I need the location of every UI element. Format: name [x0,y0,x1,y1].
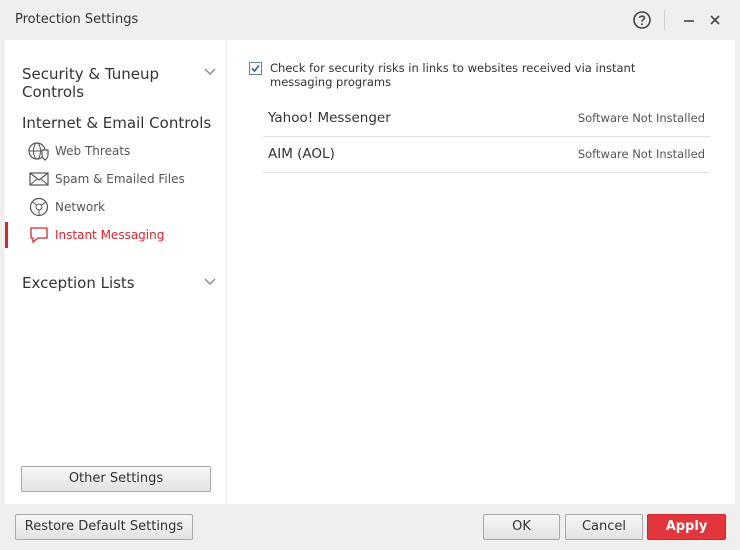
title-bar: Protection Settings [0,0,740,40]
close-icon[interactable] [704,9,726,31]
help-icon[interactable] [631,9,653,31]
scan-links-checkbox[interactable] [249,62,262,75]
program-name: AIM (AOL) [268,146,335,162]
sidebar-item-label: Spam & Emailed Files [55,172,185,186]
active-indicator [5,222,8,248]
section-exception-lists[interactable]: Exception Lists [22,274,135,292]
sidebar-item-web-threats[interactable]: Web Threats [5,138,226,164]
section-label-line1: Security & Tuneup [22,65,159,83]
chat-bubble-icon [30,227,48,244]
apply-button[interactable]: Apply [647,514,726,540]
main-panel: Check for security risks in links to web… [227,40,735,504]
program-status: Software Not Installed [577,147,705,161]
titlebar-separator [664,10,665,30]
globe-shield-icon [28,142,49,161]
cancel-button[interactable]: Cancel [565,514,643,540]
chevron-down-icon[interactable] [204,68,216,76]
section-security-tuneup[interactable]: Security & Tuneup Controls [22,65,159,101]
sidebar-item-instant-messaging[interactable]: Instant Messaging [5,222,226,248]
sidebar-item-label: Instant Messaging [55,228,165,242]
scan-links-label: Check for security risks in links to web… [270,61,636,89]
section-label-line2: Controls [22,83,85,101]
network-globe-icon [29,197,49,217]
checkmark-icon [251,64,260,73]
section-internet-email[interactable]: Internet & Email Controls [22,114,211,132]
list-item: AIM (AOL) Software Not Installed [263,136,710,173]
list-item: Yahoo! Messenger Software Not Installed [263,100,710,137]
sidebar-item-label: Web Threats [55,144,131,158]
ok-button[interactable]: OK [483,514,560,540]
sidebar-item-network[interactable]: Network [5,194,226,220]
sidebar: Security & Tuneup Controls Internet & Em… [5,40,226,504]
other-settings-button[interactable]: Other Settings [21,466,211,492]
program-status: Software Not Installed [577,111,705,125]
window-title: Protection Settings [15,12,139,27]
sidebar-item-label: Network [55,200,106,214]
envelope-icon [29,172,49,186]
chevron-down-icon[interactable] [204,278,216,286]
program-name: Yahoo! Messenger [268,110,391,126]
sidebar-item-spam-emailed-files[interactable]: Spam & Emailed Files [5,166,226,192]
minimize-icon[interactable] [678,9,700,31]
restore-default-settings-button[interactable]: Restore Default Settings [15,514,193,540]
